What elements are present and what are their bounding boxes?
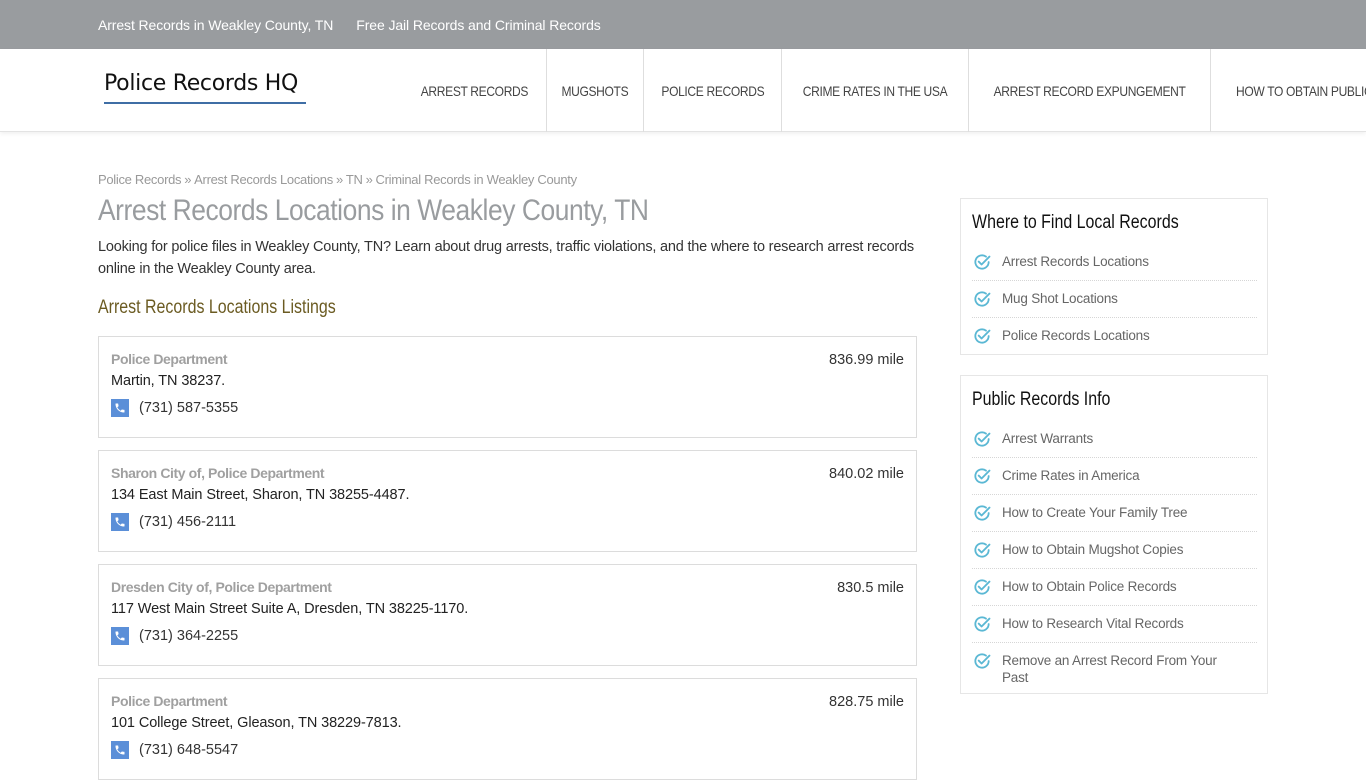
phone-icon	[111, 399, 129, 417]
check-circle-icon	[974, 653, 991, 669]
widget-item: Police Records Locations	[972, 318, 1257, 354]
listing-phone[interactable]: (731) 364-2255	[139, 628, 238, 644]
nav-label: CRIME RATES IN THE USA	[802, 82, 948, 99]
listing-card: Sharon City of, Police Department 134 Ea…	[98, 450, 917, 552]
listing-card: Dresden City of, Police Department 117 W…	[98, 564, 917, 666]
breadcrumb-arrest-locations[interactable]: Arrest Records Locations	[194, 172, 333, 187]
listing-phone[interactable]: (731) 587-5355	[139, 400, 238, 416]
widget-link[interactable]: How to Create Your Family Tree	[1002, 503, 1188, 521]
widget-local-records: Where to Find Local Records Arrest Recor…	[960, 198, 1268, 355]
check-circle-icon	[974, 468, 991, 484]
listing-phone-row: (731) 456-2111	[111, 513, 236, 531]
nav-label: POLICE RECORDS	[660, 82, 764, 99]
listing-name: Dresden City of, Police Department	[111, 579, 332, 595]
breadcrumb-current[interactable]: Criminal Records in Weakley County	[376, 172, 578, 187]
listings-heading: Arrest Records Locations Listings	[98, 297, 336, 318]
widget-link[interactable]: How to Obtain Mugshot Copies	[1002, 540, 1183, 558]
widget-title: Where to Find Local Records	[972, 212, 1179, 233]
widget-link[interactable]: How to Obtain Police Records	[1002, 577, 1177, 595]
nav-label: ARREST RECORDS	[420, 82, 529, 99]
check-circle-icon	[974, 291, 991, 307]
widget-link[interactable]: How to Research Vital Records	[1002, 614, 1184, 632]
widget-link[interactable]: Mug Shot Locations	[1002, 289, 1118, 307]
widget-item: Remove an Arrest Record From Your Past	[972, 643, 1257, 694]
nav-expungement[interactable]: ARREST RECORD EXPUNGEMENT	[969, 49, 1212, 132]
check-circle-icon	[974, 616, 991, 632]
widget-title: Public Records Info	[972, 389, 1111, 410]
widget-item: How to Obtain Mugshot Copies	[972, 532, 1257, 569]
breadcrumb-separator: »	[184, 172, 192, 187]
widget-item: Arrest Warrants	[972, 421, 1257, 458]
widget-link[interactable]: Arrest Warrants	[1002, 429, 1093, 447]
nav-label: ARREST RECORD EXPUNGEMENT	[993, 82, 1186, 99]
nav-label: HOW TO OBTAIN PUBLIC RECORDS	[1236, 82, 1366, 99]
listing-phone-row: (731) 587-5355	[111, 399, 238, 417]
listing-distance: 836.99 mile	[829, 352, 904, 368]
nav-arrest-records[interactable]: ARREST RECORDS	[403, 49, 547, 132]
listing-address: Martin, TN 38237.	[111, 373, 226, 389]
listing-address: 117 West Main Street Suite A, Dresden, T…	[111, 601, 469, 617]
widget-item: How to Research Vital Records	[972, 606, 1257, 643]
breadcrumb-police-records[interactable]: Police Records	[98, 172, 182, 187]
listing-name: Police Department	[111, 693, 228, 709]
check-circle-icon	[974, 431, 991, 447]
check-circle-icon	[974, 579, 991, 595]
nav-mugshots[interactable]: MUGSHOTS	[547, 49, 644, 132]
site-logo[interactable]: Police Records HQ	[104, 71, 306, 104]
listing-name: Police Department	[111, 351, 228, 367]
listing-address: 101 College Street, Gleason, TN 38229-78…	[111, 715, 402, 731]
listing-phone[interactable]: (731) 456-2111	[139, 514, 236, 530]
nav-crime-rates[interactable]: CRIME RATES IN THE USA	[782, 49, 970, 132]
check-circle-icon	[974, 505, 991, 521]
widget-item: Crime Rates in America	[972, 458, 1257, 495]
check-circle-icon	[974, 254, 991, 270]
widget-item: Arrest Records Locations	[972, 244, 1257, 281]
check-circle-icon	[974, 542, 991, 558]
topbar-link-arrest-records[interactable]: Arrest Records in Weakley County, TN	[98, 17, 333, 33]
breadcrumb: Police Records» Arrest Records Locations»…	[98, 172, 917, 187]
listing-card: Police Department 101 College Street, Gl…	[98, 678, 917, 780]
phone-icon	[111, 513, 129, 531]
listing-distance: 828.75 mile	[829, 694, 904, 710]
widget-item: Mug Shot Locations	[972, 281, 1257, 318]
listing-card: Police Department Martin, TN 38237. (731…	[98, 336, 917, 438]
intro-text: Looking for police files in Weakley Coun…	[98, 239, 914, 277]
listing-distance: 830.5 mile	[837, 580, 904, 596]
topbar-link-jail-records[interactable]: Free Jail Records and Criminal Records	[356, 17, 601, 33]
site-header: Police Records HQ ARREST RECORDS MUGSHOT…	[0, 49, 1366, 132]
widget-link[interactable]: Police Records Locations	[1002, 326, 1150, 344]
listing-name: Sharon City of, Police Department	[111, 465, 325, 481]
breadcrumb-separator: »	[335, 172, 343, 187]
widget-link[interactable]: Arrest Records Locations	[1002, 252, 1149, 270]
breadcrumb-tn[interactable]: TN	[346, 172, 363, 187]
phone-icon	[111, 627, 129, 645]
phone-icon	[111, 741, 129, 759]
logo-text: Police Records HQ	[104, 71, 299, 96]
widget-link[interactable]: Crime Rates in America	[1002, 466, 1140, 484]
widget-public-records-info: Public Records Info Arrest Warrants Crim…	[960, 375, 1268, 694]
check-circle-icon	[974, 328, 991, 344]
main-content: Police Records» Arrest Records Locations»…	[98, 165, 917, 319]
widget-link[interactable]: Remove an Arrest Record From Your Past	[1002, 651, 1227, 686]
page-title: Arrest Records Locations in Weakley Coun…	[98, 194, 649, 227]
nav-public-records[interactable]: HOW TO OBTAIN PUBLIC RECORDS	[1211, 49, 1366, 132]
listing-phone-row: (731) 364-2255	[111, 627, 238, 645]
nav-label: MUGSHOTS	[561, 82, 629, 99]
listing-distance: 840.02 mile	[829, 466, 904, 482]
main-nav: ARREST RECORDS MUGSHOTS POLICE RECORDS C…	[403, 49, 1366, 132]
nav-police-records[interactable]: POLICE RECORDS	[644, 49, 783, 132]
widget-item: How to Obtain Police Records	[972, 569, 1257, 606]
logo-underline	[104, 102, 306, 104]
listing-phone-row: (731) 648-5547	[111, 741, 238, 759]
listing-phone[interactable]: (731) 648-5547	[139, 742, 238, 758]
listing-address: 134 East Main Street, Sharon, TN 38255-4…	[111, 487, 410, 503]
top-bar: Arrest Records in Weakley County, TN Fre…	[0, 0, 1366, 49]
widget-item: How to Create Your Family Tree	[972, 495, 1257, 532]
breadcrumb-separator: »	[365, 172, 373, 187]
